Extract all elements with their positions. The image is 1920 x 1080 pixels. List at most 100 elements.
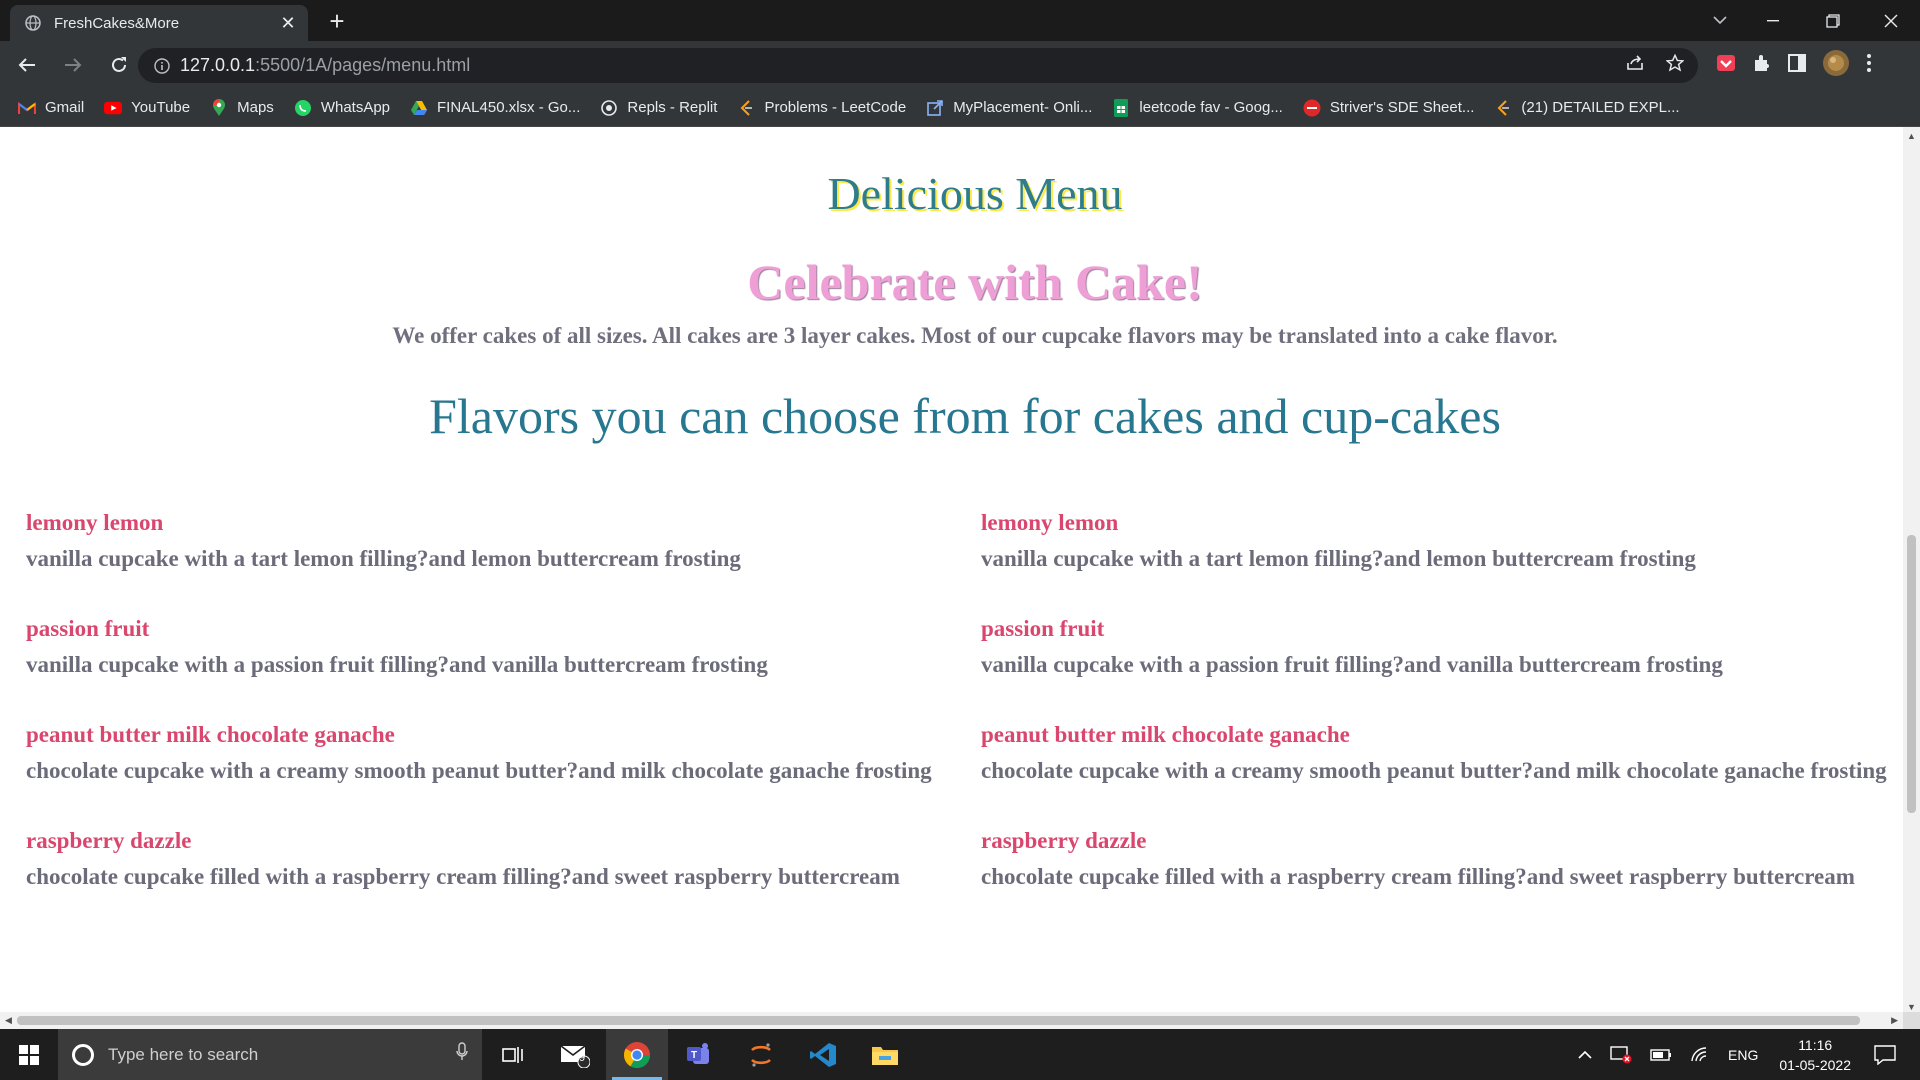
flavor-description: vanilla cupcake with a passion fruit fil… — [26, 652, 768, 677]
battery-icon[interactable] — [1650, 1048, 1672, 1061]
mail-app[interactable]: 9 — [544, 1029, 606, 1080]
chrome-app[interactable] — [606, 1029, 668, 1080]
windows-taskbar: Type here to search 9 T ENG 11:16 01-05-… — [0, 1029, 1920, 1080]
bookmark-label: Repls - Replit — [627, 99, 718, 116]
flavor-description: vanilla cupcake with a passion fruit fil… — [981, 652, 1723, 677]
leetcode-icon — [737, 99, 755, 117]
page-viewport: Delicious Menu Celebrate with Cake! We o… — [0, 127, 1903, 1012]
scroll-up-arrow-icon[interactable]: ▲ — [1907, 131, 1916, 141]
horizontal-scroll-thumb[interactable] — [17, 1016, 1860, 1025]
start-button[interactable] — [0, 1029, 58, 1080]
windows-logo-icon — [19, 1044, 39, 1065]
svg-text:T: T — [691, 1050, 697, 1061]
flavor-item: peanut butter milk chocolate ganache cho… — [26, 717, 946, 789]
minimize-button[interactable] — [1744, 0, 1802, 41]
bookmark-youtube[interactable]: YouTube — [104, 99, 190, 117]
notifications-icon[interactable] — [1874, 1044, 1896, 1065]
page-subtitle: Celebrate with Cake! — [747, 254, 1203, 310]
bookmark-final450[interactable]: FINAL450.xlsx - Go... — [410, 99, 580, 117]
wifi-icon[interactable] — [1690, 1046, 1710, 1063]
scroll-right-arrow-icon[interactable]: ▶ — [1891, 1015, 1898, 1026]
flavor-description: chocolate cupcake filled with a raspberr… — [981, 864, 1855, 889]
flavor-name: passion fruit — [981, 616, 1105, 641]
extensions-puzzle-icon[interactable] — [1752, 53, 1772, 78]
bookmark-myplacement[interactable]: MyPlacement- Onli... — [926, 99, 1092, 117]
pocket-extension-icon[interactable] — [1716, 53, 1736, 78]
scroll-left-arrow-icon[interactable]: ◀ — [5, 1015, 12, 1026]
flavor-name: raspberry dazzle — [981, 828, 1147, 853]
scrollbar-corner — [1903, 1012, 1920, 1029]
browser-tab-bar: FreshCakes&More ✕ + — [0, 0, 1920, 41]
show-hidden-icons-chevron-icon[interactable] — [1578, 1050, 1592, 1059]
drive-icon — [410, 99, 428, 117]
bookmark-label: YouTube — [131, 99, 191, 116]
mail-badge: 9 — [579, 1052, 586, 1064]
site-info-icon[interactable] — [144, 57, 180, 74]
intro-text: We offer cakes of all sizes. All cakes a… — [392, 323, 1558, 348]
flavor-item: passion fruit vanilla cupcake with a pas… — [981, 611, 1901, 683]
jupyter-app[interactable] — [730, 1029, 792, 1080]
task-view-button[interactable] — [482, 1029, 544, 1080]
task-view-icon — [502, 1046, 523, 1063]
teams-app[interactable]: T — [668, 1029, 730, 1080]
flavor-name: peanut butter milk chocolate ganache — [981, 722, 1350, 747]
bookmark-gmail[interactable]: Gmail — [18, 99, 84, 117]
mail-icon — [560, 1044, 590, 1068]
flavor-list-left: lemony lemon vanilla cupcake with a tart… — [26, 505, 946, 929]
youtube-icon — [104, 99, 123, 117]
flavor-description: chocolate cupcake with a creamy smooth p… — [981, 758, 1887, 783]
restore-button[interactable] — [1804, 0, 1862, 41]
bookmark-leetcode[interactable]: Problems - LeetCode — [737, 99, 906, 117]
display-warning-icon[interactable] — [1610, 1045, 1632, 1064]
share-icon[interactable] — [1626, 55, 1644, 76]
microphone-icon[interactable] — [456, 1042, 468, 1067]
globe-icon — [24, 14, 42, 32]
forward-button[interactable] — [54, 46, 92, 84]
flavor-description: vanilla cupcake with a tart lemon fillin… — [981, 546, 1696, 571]
browser-tab[interactable]: FreshCakes&More ✕ — [10, 5, 308, 41]
leetcode-icon — [1494, 99, 1512, 117]
vertical-scroll-thumb[interactable] — [1907, 535, 1916, 813]
sheets-icon — [1112, 98, 1130, 117]
tab-search-chevron-icon[interactable] — [1700, 0, 1740, 41]
scroll-down-arrow-icon[interactable]: ▼ — [1907, 1002, 1916, 1012]
taskbar-clock[interactable]: 11:16 01-05-2022 — [1779, 1035, 1851, 1075]
reload-button[interactable] — [100, 46, 138, 84]
close-window-button[interactable] — [1862, 0, 1920, 41]
language-indicator[interactable]: ENG — [1728, 1047, 1758, 1063]
flavors-heading: Flavors you can choose from for cakes an… — [429, 388, 1501, 444]
teams-icon: T — [687, 1042, 709, 1064]
side-panel-icon[interactable] — [1788, 53, 1806, 77]
bookmark-striver[interactable]: Striver's SDE Sheet... — [1303, 99, 1475, 117]
profile-avatar[interactable] — [1822, 49, 1850, 82]
flavor-name: raspberry dazzle — [26, 828, 192, 853]
gmail-icon — [18, 99, 36, 117]
jupyter-icon — [751, 1042, 771, 1067]
tab-close-icon[interactable]: ✕ — [274, 13, 302, 34]
page-title: Delicious Menu — [827, 168, 1123, 219]
bookmark-label: Striver's SDE Sheet... — [1329, 99, 1475, 116]
new-tab-button[interactable]: + — [322, 6, 352, 37]
flavor-item: peanut butter milk chocolate ganache cho… — [981, 717, 1901, 789]
clock-date: 01-05-2022 — [1779, 1056, 1851, 1073]
bookmarks-bar: Gmail YouTube Maps WhatsApp FINAL450.xls… — [0, 89, 1920, 127]
back-button[interactable] — [8, 46, 46, 84]
vertical-scrollbar[interactable]: ▲ ▼ — [1903, 127, 1920, 1012]
flavor-name: lemony lemon — [981, 510, 1119, 535]
taskbar-search-input[interactable]: Type here to search — [58, 1029, 482, 1080]
bookmark-detailed-expl[interactable]: (21) DETAILED EXPL... — [1494, 99, 1680, 117]
browser-menu-icon[interactable] — [1866, 53, 1872, 78]
extensions-area — [1716, 41, 1872, 89]
bookmark-whatsapp[interactable]: WhatsApp — [294, 99, 390, 117]
whatsapp-icon — [294, 99, 312, 117]
bookmark-label: FINAL450.xlsx - Go... — [437, 99, 581, 116]
bookmark-replit[interactable]: Repls - Replit — [600, 99, 717, 117]
file-explorer-app[interactable] — [854, 1029, 916, 1080]
vscode-app[interactable] — [792, 1029, 854, 1080]
bookmark-maps[interactable]: Maps — [210, 98, 274, 117]
horizontal-scrollbar[interactable]: ◀ ▶ — [0, 1012, 1903, 1029]
flavor-item: raspberry dazzle chocolate cupcake fille… — [26, 823, 946, 895]
bookmark-leetcode-fav[interactable]: leetcode fav - Goog... — [1112, 98, 1283, 117]
address-bar[interactable]: 127.0.0.1:5500/1A/pages/menu.html — [138, 48, 1698, 83]
bookmark-star-icon[interactable] — [1665, 53, 1685, 77]
